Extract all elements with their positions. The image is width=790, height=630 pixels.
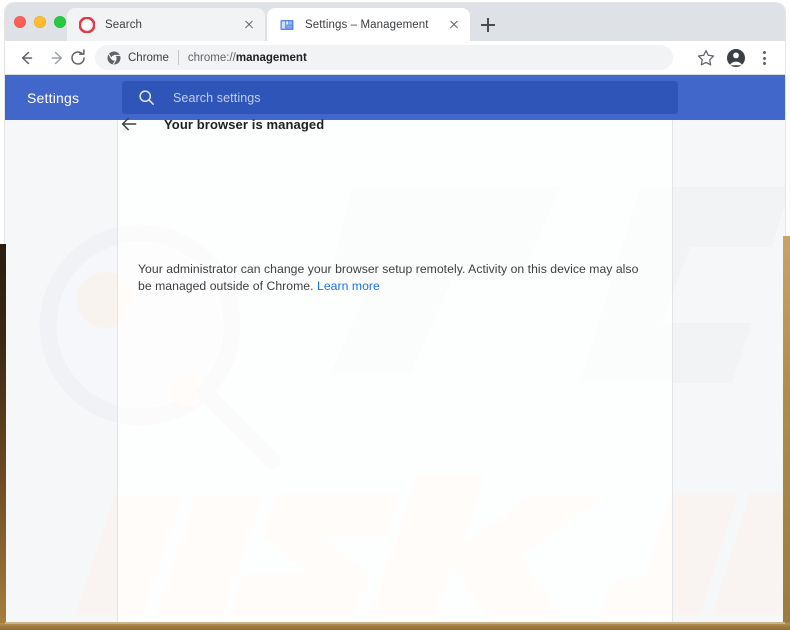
new-tab-button[interactable] <box>477 14 499 36</box>
red-ring-icon <box>78 16 96 33</box>
window-frame-left-edge <box>0 244 6 630</box>
menu-dot <box>763 62 766 65</box>
address-bar[interactable]: Chrome chrome://management <box>95 45 673 70</box>
omnibox-url-prefix: chrome:// <box>187 51 236 64</box>
settings-main-column <box>118 120 673 625</box>
settings-search-box[interactable]: Search settings <box>122 81 678 114</box>
close-icon[interactable] <box>241 17 257 33</box>
close-icon[interactable] <box>446 17 462 33</box>
settings-content-columns <box>5 120 785 625</box>
profile-avatar-icon[interactable] <box>725 47 747 69</box>
chrome-browser-window: Search Settings – Management Chrome chro… <box>5 3 785 625</box>
bookmark-star-icon[interactable] <box>695 47 717 69</box>
minimize-window-button[interactable] <box>34 16 46 28</box>
tab-strip: Search Settings – Management <box>5 3 785 41</box>
forward-button[interactable] <box>47 47 69 69</box>
window-traffic-lights <box>14 16 66 28</box>
back-button[interactable] <box>15 47 37 69</box>
browser-toolbar: Chrome chrome://management <box>5 41 785 75</box>
window-frame-bottom-edge <box>0 623 790 630</box>
screenshot-root: Search Settings – Management Chrome chro… <box>0 0 790 630</box>
management-heading: Your browser is managed <box>164 116 325 132</box>
tab-settings-management[interactable]: Settings – Management <box>267 8 470 41</box>
window-frame-right-edge <box>783 236 790 630</box>
settings-left-gutter <box>5 120 118 625</box>
maximize-window-button[interactable] <box>54 16 66 28</box>
close-window-button[interactable] <box>14 16 26 28</box>
management-description: Your administrator can change your brows… <box>138 261 648 295</box>
window-frame-bottom-inner <box>5 622 785 624</box>
search-settings-input[interactable]: Search settings <box>173 91 261 105</box>
settings-page: Settings Search settings Your browser is… <box>5 75 785 625</box>
omnibox-url-path: management <box>235 51 307 64</box>
chrome-menu-icon[interactable] <box>753 47 775 69</box>
learn-more-link[interactable]: Learn more <box>317 279 380 293</box>
omnibox-url: chrome://management <box>188 52 307 64</box>
search-icon <box>138 89 155 106</box>
back-arrow-icon[interactable] <box>118 113 140 135</box>
reload-button[interactable] <box>67 47 89 69</box>
menu-dot <box>763 51 766 54</box>
chrome-settings-icon <box>279 17 295 33</box>
management-header: Your browser is managed <box>118 113 324 135</box>
settings-page-title: Settings <box>27 89 80 106</box>
menu-dot <box>763 56 766 60</box>
tab-search[interactable]: Search <box>67 8 265 41</box>
omnibox-divider <box>177 50 179 65</box>
chrome-logo-icon <box>107 51 121 65</box>
settings-right-gutter <box>673 120 785 625</box>
omnibox-chrome-badge: Chrome <box>128 51 169 64</box>
management-body-text: Your administrator can change your brows… <box>138 262 639 293</box>
tab-title: Search <box>105 18 143 31</box>
tab-title: Settings – Management <box>305 18 429 31</box>
